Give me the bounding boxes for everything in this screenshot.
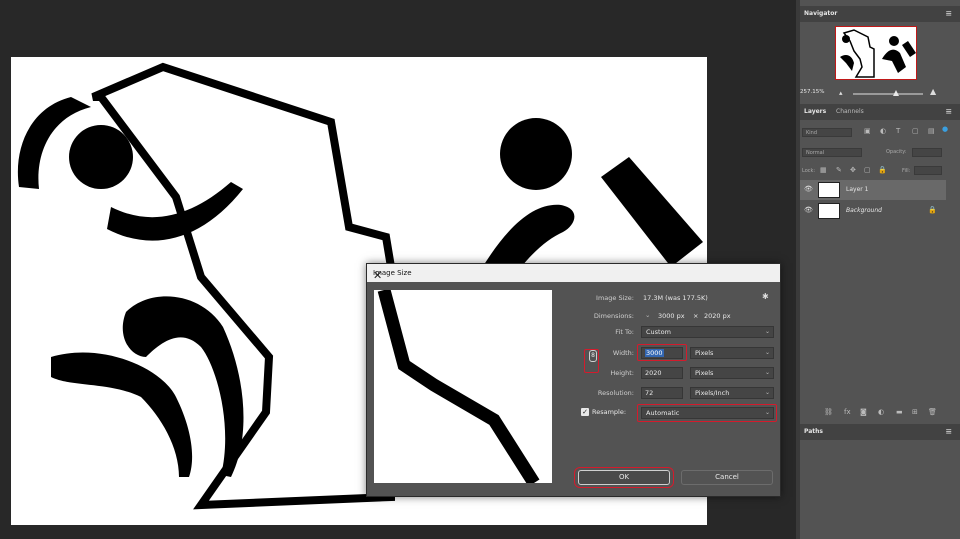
filter-shape-icon[interactable]: ▢: [912, 127, 919, 135]
opacity-label: Opacity:: [886, 149, 907, 155]
resolution-label: Resolution:: [597, 389, 634, 397]
zoom-in-icon[interactable]: ▲: [930, 87, 936, 96]
fit-to-value: Custom: [646, 328, 671, 336]
delete-layer-icon[interactable]: 🗑: [928, 408, 937, 416]
navigator-preview-art: [840, 29, 916, 78]
width-label: Width:: [612, 349, 634, 357]
lock-icon[interactable]: 🔒: [928, 206, 937, 214]
height-label: Height:: [610, 369, 634, 377]
cancel-button[interactable]: Cancel: [681, 470, 773, 485]
layer-name[interactable]: Background: [846, 207, 882, 214]
right-panel-dock: [796, 0, 960, 539]
runner-head: [69, 125, 133, 189]
photoshop-window: Navigator ≡ 257.15% ▴ ▲ Layers Channels …: [0, 0, 960, 539]
image-size-label: Image Size:: [596, 294, 634, 302]
image-size-value: 17.3M (was 177.5K): [643, 294, 708, 302]
preview-artwork: [377, 290, 540, 483]
resample-label: Resample:: [592, 408, 627, 416]
filter-toggle-icon[interactable]: ●: [942, 125, 948, 133]
runner-back-leg: [51, 352, 193, 477]
resolution-input[interactable]: 72: [641, 387, 683, 399]
height-input[interactable]: 2020: [641, 367, 683, 379]
dimensions-height: 2020 px: [704, 312, 731, 320]
chevron-down-icon: ⌄: [764, 349, 770, 356]
resample-highlight-box: [637, 404, 777, 422]
new-group-icon[interactable]: ▬: [896, 408, 903, 416]
paths-panel-menu-icon[interactable]: ≡: [945, 428, 952, 436]
climber-head: [500, 118, 572, 190]
navigator-panel-header[interactable]: Navigator ≡: [800, 6, 960, 22]
dock-divider[interactable]: [796, 0, 800, 539]
zoom-slider-handle[interactable]: [893, 90, 899, 96]
gear-icon[interactable]: ✱: [762, 292, 769, 301]
fill-field[interactable]: [914, 166, 942, 175]
ok-highlight-box: [574, 467, 674, 488]
eye-icon[interactable]: 👁: [804, 185, 813, 193]
paths-title[interactable]: Paths: [804, 428, 823, 435]
width-unit-select[interactable]: Pixels ⌄: [690, 347, 774, 359]
lock-label: Lock:: [802, 168, 816, 174]
zoom-out-icon[interactable]: ▴: [839, 89, 843, 97]
navigator-thumbnail[interactable]: [835, 26, 917, 80]
zoom-readout[interactable]: 257.15%: [800, 89, 824, 95]
close-icon[interactable]: ✕: [373, 269, 774, 282]
layer-filter-kind[interactable]: Kind: [802, 128, 852, 137]
resolution-unit-value: Pixels/Inch: [695, 389, 730, 397]
dialog-preview[interactable]: [374, 290, 552, 483]
dimensions-label: Dimensions:: [593, 312, 634, 320]
lock-all-icon[interactable]: 🔒: [878, 166, 887, 174]
navigator-title[interactable]: Navigator: [804, 10, 837, 17]
fill-label: Fill:: [902, 168, 911, 174]
layer-mask-icon[interactable]: ◙: [860, 408, 867, 416]
filter-pixel-icon[interactable]: ▣: [864, 127, 871, 135]
layers-panel-header: Layers Channels ≡: [800, 104, 960, 120]
adjustment-layer-icon[interactable]: ◐: [878, 408, 884, 416]
layer-row-background[interactable]: 👁 Background 🔒: [800, 201, 946, 221]
dialog-title-bar[interactable]: Image Size ✕: [367, 264, 780, 282]
layer-row-layer-1[interactable]: 👁 Layer 1: [800, 180, 946, 200]
layer-thumbnail: [818, 203, 840, 219]
lock-transparent-icon[interactable]: ▦: [820, 166, 827, 174]
lock-artboard-icon[interactable]: ▢: [864, 166, 871, 174]
dimensions-times: ×: [693, 312, 699, 320]
eye-icon[interactable]: 👁: [804, 206, 813, 214]
zoom-slider[interactable]: [853, 93, 923, 95]
dimensions-width: 3000 px: [658, 312, 685, 320]
chevron-down-icon: ⌄: [764, 389, 770, 396]
fit-to-label: Fit To:: [615, 328, 634, 336]
chevron-down-icon[interactable]: ⌄: [645, 311, 650, 319]
layer-style-icon[interactable]: fx: [844, 408, 851, 416]
panel-menu-icon[interactable]: ≡: [945, 10, 952, 18]
resample-checkbox[interactable]: ✓: [581, 408, 589, 416]
layers-panel-menu-icon[interactable]: ≡: [945, 108, 952, 116]
image-size-dialog: Image Size ✕ Image Size: 17.3M (was 177.…: [366, 263, 781, 497]
link-layers-icon[interactable]: ⛓: [824, 408, 833, 416]
new-layer-icon[interactable]: ⊞: [912, 408, 918, 416]
filter-type-icon[interactable]: T: [896, 127, 900, 135]
height-unit-value: Pixels: [695, 369, 714, 377]
resolution-unit-select[interactable]: Pixels/Inch ⌄: [690, 387, 774, 399]
filter-adjustment-icon[interactable]: ◐: [880, 127, 886, 135]
blend-mode-select[interactable]: Normal: [802, 148, 862, 157]
climber-body: [601, 157, 703, 267]
filter-smart-icon[interactable]: ▤: [928, 127, 935, 135]
chevron-down-icon: ⌄: [764, 328, 770, 335]
tab-channels[interactable]: Channels: [836, 108, 864, 115]
layer-thumbnail: [818, 182, 840, 198]
width-highlight-box: [637, 344, 687, 361]
layer-name[interactable]: Layer 1: [846, 186, 868, 193]
fit-to-select[interactable]: Custom ⌄: [641, 326, 774, 338]
chevron-down-icon: ⌄: [764, 369, 770, 376]
lock-image-icon[interactable]: ✎: [836, 166, 842, 174]
lock-position-icon[interactable]: ✥: [850, 166, 856, 174]
paths-panel-header[interactable]: Paths ≡: [800, 424, 960, 440]
height-unit-select[interactable]: Pixels ⌄: [690, 367, 774, 379]
width-unit-value: Pixels: [695, 349, 714, 357]
opacity-field[interactable]: [912, 148, 942, 157]
tab-layers[interactable]: Layers: [804, 108, 826, 115]
